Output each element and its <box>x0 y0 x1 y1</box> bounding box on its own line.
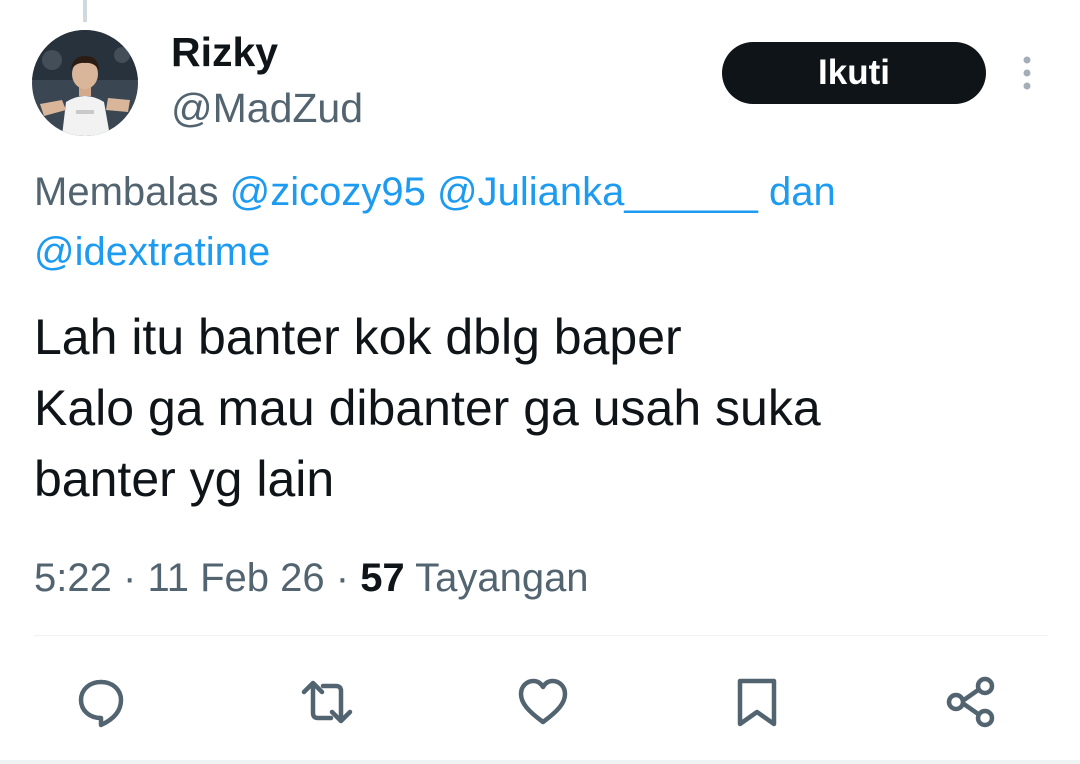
tweet-text-line: Lah itu banter kok dblg baper <box>34 309 682 365</box>
tweet-date[interactable]: 11 Feb 26 <box>147 556 324 600</box>
mention-link[interactable]: @Julianka______ <box>437 170 758 214</box>
bookmark-button[interactable] <box>730 675 784 729</box>
author-handle[interactable]: @MadZud <box>171 82 363 134</box>
meta-separator: · <box>122 556 137 600</box>
bookmark-icon <box>737 678 777 727</box>
heart-icon <box>518 678 568 725</box>
tweet-time[interactable]: 5:22 <box>34 556 112 600</box>
views-count: 57 <box>360 556 405 600</box>
views-label: Tayangan <box>415 556 589 600</box>
mention-link[interactable]: @idextratime <box>34 230 270 274</box>
repost-icon <box>301 680 353 724</box>
mention-link[interactable]: @zicozy95 <box>230 170 426 214</box>
tweet-text-line: banter yg lain <box>34 451 335 507</box>
divider <box>34 635 1048 636</box>
tweet-text-line: Kalo ga mau dibanter ga usah suka <box>34 380 821 436</box>
thread-connector-line <box>83 0 87 22</box>
follow-button[interactable]: Ikuti <box>722 42 986 104</box>
author-avatar[interactable] <box>32 30 138 136</box>
more-options-icon[interactable] <box>1012 54 1042 94</box>
meta-separator: · <box>335 556 350 600</box>
reply-context: Membalas @zicozy95 @Julianka______ dan @… <box>34 162 1034 282</box>
tweet-body: Lah itu banter kok dblg baper Kalo ga ma… <box>34 302 1044 515</box>
reply-prefix: Membalas <box>34 170 219 214</box>
bottom-divider <box>0 760 1080 764</box>
author-name[interactable]: Rizky <box>171 26 278 78</box>
profile-photo-icon <box>32 30 138 136</box>
comment-icon <box>78 679 124 728</box>
share-icon <box>946 676 995 728</box>
repost-button[interactable] <box>300 675 354 729</box>
tweet-meta: 5:22 · 11 Feb 26 · 57 Tayangan <box>34 550 589 606</box>
reply-conjunction[interactable]: dan <box>769 170 836 214</box>
share-button[interactable] <box>944 675 998 729</box>
reply-button[interactable] <box>74 675 128 729</box>
like-button[interactable] <box>516 675 570 729</box>
